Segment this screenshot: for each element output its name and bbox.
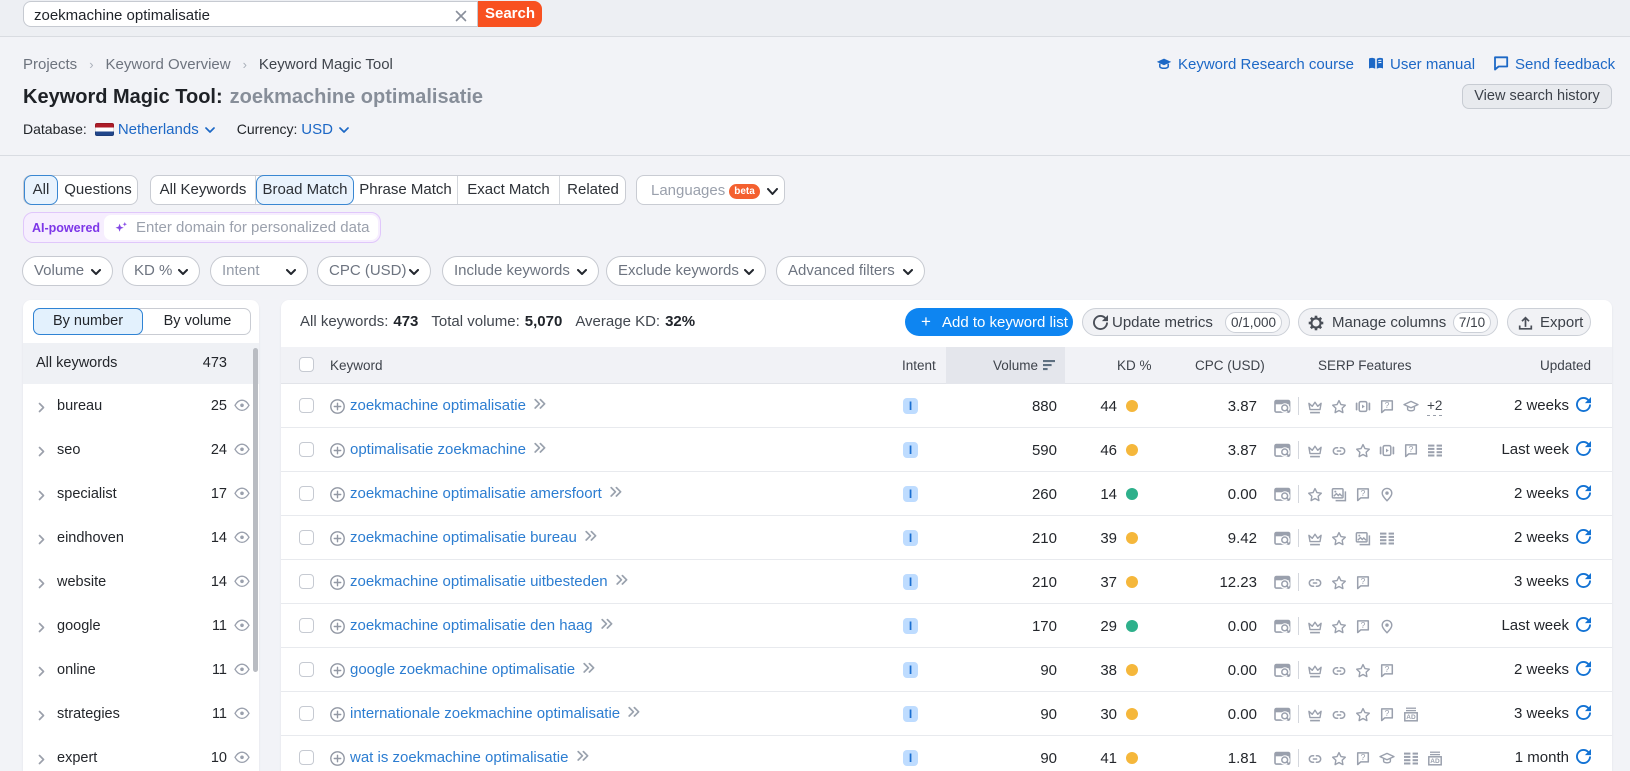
svg-text:?: ? xyxy=(1361,620,1366,630)
svg-text:?: ? xyxy=(1361,576,1366,586)
svg-text:AD: AD xyxy=(1430,758,1440,765)
svg-text:?: ? xyxy=(1385,400,1390,410)
svg-text:?: ? xyxy=(1409,444,1414,454)
svg-text:?: ? xyxy=(1385,708,1390,718)
svg-text:?: ? xyxy=(1361,488,1366,498)
svg-text:?: ? xyxy=(1361,752,1366,762)
svg-text:?: ? xyxy=(1385,664,1390,674)
svg-text:AD: AD xyxy=(1406,714,1416,721)
